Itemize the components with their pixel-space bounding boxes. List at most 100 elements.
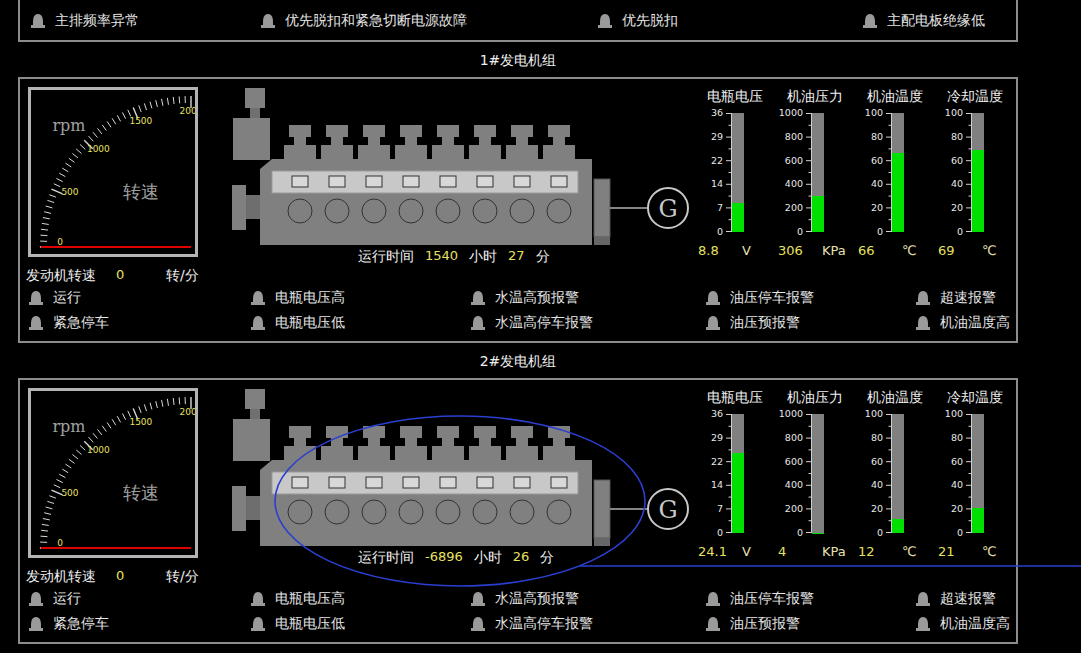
bell-icon [597, 12, 613, 30]
dial-tick-label: 1000 [87, 144, 110, 154]
bar-meter: 电瓶电压362922147024.1V [695, 388, 775, 566]
meter-reading: 21℃ [935, 543, 1015, 561]
bell-icon [705, 314, 721, 332]
bell-icon [28, 615, 44, 633]
dial-tick-label: 0 [57, 538, 63, 548]
bell-icon [250, 590, 266, 608]
meter-bar [892, 113, 904, 232]
meter-bar [972, 414, 984, 533]
dial-title: 转速 [123, 482, 159, 503]
dial-unit: rpm [52, 116, 85, 135]
scale-ticks [805, 414, 812, 533]
alarm-indicator: 主排频率异常 [30, 12, 260, 30]
speed-dial: 0500100015002000rpm转速 [28, 87, 198, 257]
dial-unit: rpm [52, 417, 85, 436]
bell-icon [470, 314, 486, 332]
dial-tick-label: 500 [61, 187, 78, 197]
dial-needle [41, 547, 191, 549]
meter-reading: 69℃ [935, 242, 1015, 260]
generator-icon [648, 188, 688, 228]
bell-icon [705, 615, 721, 633]
engine-drawing: G [232, 87, 692, 247]
alarm-indicator: 运行 [28, 285, 250, 310]
alarm-indicator: 水温高预报警 [470, 285, 705, 310]
dial-tick-label: 2000 [180, 106, 195, 116]
scale-ticks [885, 113, 892, 232]
alarm-indicator: 机油温度高 [915, 611, 1008, 636]
engine-drawing: G [232, 388, 692, 548]
generator-title: 1#发电机组 [18, 42, 1018, 77]
meter-bar [812, 414, 824, 533]
bar-meter: 机油温度10080604020066℃ [855, 87, 935, 265]
meter-bar [972, 113, 984, 232]
bell-icon [470, 289, 486, 307]
engine-speed-readout: 发动机转速0转/分 [28, 265, 1008, 285]
runtime-display: 运行时间-6896小时26分 [232, 548, 692, 566]
main-alarm-panel: 主排频率异常优先脱扣和紧急切断电源故障优先脱扣主配电板绝缘低 [18, 0, 1018, 42]
bell-icon [28, 314, 44, 332]
dial-needle [41, 246, 191, 248]
bell-icon [250, 289, 266, 307]
bar-meter: 机油温度10080604020012℃ [855, 388, 935, 566]
speed-dial: 0500100015002000rpm转速 [28, 388, 198, 558]
alarm-indicator: 油压预报警 [705, 310, 915, 335]
meter-reading: 306KPa [775, 242, 855, 260]
alarm-indicator: 主配电板绝缘低 [862, 12, 1016, 30]
meter-bar [732, 414, 744, 533]
bell-icon [705, 590, 721, 608]
meter-bar [812, 113, 824, 232]
svg-text:G: G [658, 496, 677, 524]
bell-icon [28, 289, 44, 307]
generator-icon [648, 489, 688, 529]
meter-bar [732, 113, 744, 232]
meter-reading: 8.8V [695, 242, 775, 260]
bar-meter: 机油压力10008006004002000306KPa [775, 87, 855, 265]
alarm-indicator: 超速报警 [915, 586, 1008, 611]
dial-tick-label: 1000 [87, 445, 110, 455]
alarm-indicator: 油压预报警 [705, 611, 915, 636]
meter-reading: 24.1V [695, 543, 775, 561]
bell-icon [915, 314, 931, 332]
meter-reading: 66℃ [855, 242, 935, 260]
alarm-indicator: 水温高预报警 [470, 586, 705, 611]
runtime-display: 运行时间1540小时27分 [232, 247, 692, 265]
dial-tick-label: 0 [57, 237, 63, 247]
alarm-indicator: 电瓶电压低 [250, 611, 470, 636]
alarm-indicator: 水温高停车报警 [470, 611, 705, 636]
meter-bar [892, 414, 904, 533]
alarm-indicator: 紧急停车 [28, 611, 250, 636]
generator-panel: 0500100015002000rpm转速G运行时间-6896小时26分电瓶电压… [18, 378, 1018, 644]
bell-icon [862, 12, 878, 30]
bell-icon [915, 590, 931, 608]
annotation-circle [232, 388, 692, 566]
meter-reading: 12℃ [855, 543, 935, 561]
alarm-indicator: 油压停车报警 [705, 285, 915, 310]
bell-icon [250, 615, 266, 633]
bell-icon [470, 615, 486, 633]
alarm-indicator: 水温高停车报警 [470, 310, 705, 335]
dial-tick-label: 500 [61, 488, 78, 498]
alarm-indicator: 机油温度高 [915, 310, 1008, 335]
bell-icon [470, 590, 486, 608]
alarm-indicator: 电瓶电压低 [250, 310, 470, 335]
alarm-indicator: 电瓶电压高 [250, 285, 470, 310]
bell-icon [705, 289, 721, 307]
scale-ticks [725, 113, 732, 232]
bell-icon [260, 12, 276, 30]
bar-meter: 电瓶电压36292214708.8V [695, 87, 775, 265]
bar-meter: 冷却温度10080604020021℃ [935, 388, 1015, 566]
alarm-indicator: 电瓶电压高 [250, 586, 470, 611]
alarm-indicator: 运行 [28, 586, 250, 611]
scale-ticks [725, 414, 732, 533]
generator-panel: 0500100015002000rpm转速G运行时间1540小时27分电瓶电压3… [18, 77, 1018, 343]
bell-icon [250, 314, 266, 332]
scale-ticks [885, 414, 892, 533]
bell-icon [30, 12, 46, 30]
meter-reading: 4KPa [775, 543, 855, 561]
scale-ticks [965, 113, 972, 232]
scale-ticks [965, 414, 972, 533]
generator-monitor-screen: 主排频率异常优先脱扣和紧急切断电源故障优先脱扣主配电板绝缘低1#发电机组 0 500… [0, 0, 1081, 653]
generator-title: 2#发电机组 [18, 343, 1018, 378]
alarm-indicator: 油压停车报警 [705, 586, 915, 611]
engine-speed-readout: 发动机转速0转/分 [28, 566, 1008, 586]
